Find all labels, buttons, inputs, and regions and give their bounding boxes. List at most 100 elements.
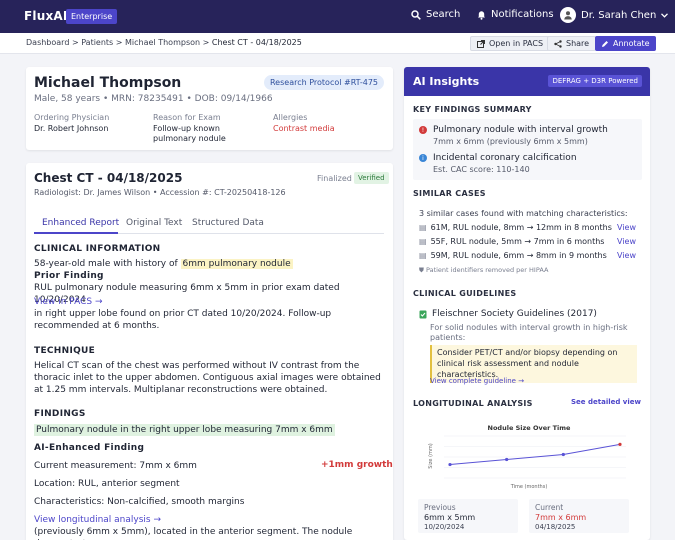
pencil-icon: [602, 40, 608, 47]
ordering-physician: Ordering Physician Dr. Robert Johnson: [34, 113, 144, 134]
clinical-text-prefix: 58-year-old male with history of: [34, 259, 178, 269]
tab-structured-data[interactable]: Structured Data: [192, 218, 264, 228]
document-icon: ▤: [419, 237, 427, 246]
tab-enhanced-report[interactable]: Enhanced Report: [42, 218, 119, 228]
findings-highlight-line: Pulmonary nodule in the right upper lobe…: [34, 424, 384, 436]
plan-badge: Enterprise: [66, 9, 118, 24]
document-icon: ▤: [419, 251, 427, 260]
verified-badge: Verified: [354, 172, 389, 184]
share-label: Share: [566, 39, 590, 48]
breadcrumb-separator: >: [202, 38, 210, 47]
report-title: Chest CT - 04/18/2025: [34, 171, 183, 185]
previous-value: 6mm x 5mm: [424, 512, 476, 522]
chart-data-point[interactable]: [448, 462, 452, 467]
key-finding-title: Pulmonary nodule with interval growth: [433, 125, 608, 135]
breadcrumb-patients[interactable]: Patients: [81, 38, 113, 47]
key-findings-box: ! Pulmonary nodule with interval growth …: [413, 119, 642, 180]
clinical-heading: CLINICAL INFORMATION: [34, 244, 161, 254]
similar-case-row[interactable]: ▤ 55F, RUL nodule, 5mm → 7mm in 6 months …: [419, 237, 636, 246]
insights-powered-badge: DEFRAG + D3R Powered: [548, 75, 642, 87]
current-label: Current: [535, 503, 564, 512]
reason-value: Follow-up known pulmonary nodule: [153, 124, 226, 144]
user-menu[interactable]: Dr. Sarah Chen: [560, 7, 669, 23]
similar-cases-heading: SIMILAR CASES: [413, 189, 486, 198]
clinical-highlight[interactable]: 6mm pulmonary nodule: [180, 259, 293, 269]
current-date: 04/18/2025: [535, 523, 576, 532]
breadcrumb-separator: >: [71, 38, 79, 47]
similar-case-text: 61M, RUL nodule, 8mm → 12mm in 8 months: [430, 223, 612, 232]
open-pacs-label: Open in PACS: [489, 39, 544, 48]
bell-icon: [478, 10, 485, 20]
avatar: [560, 7, 576, 23]
open-pacs-button[interactable]: Open in PACS: [470, 36, 551, 51]
similar-case-view-link[interactable]: View: [617, 237, 636, 246]
guideline-text: For solid nodules with interval growth i…: [430, 323, 628, 343]
breadcrumb-dashboard[interactable]: Dashboard: [26, 38, 69, 47]
longitudinal-heading: LONGITUDINAL ANALYSIS: [413, 399, 533, 408]
search-label: Search: [426, 9, 461, 20]
hipaa-note-text: Patient identifiers removed per HIPAA: [425, 266, 549, 274]
similar-case-text: 55F, RUL nodule, 5mm → 7mm in 6 months: [430, 237, 605, 246]
key-finding-item[interactable]: i Incidental coronary calcification Est.…: [419, 153, 577, 174]
prior-finding-heading: Prior Finding: [34, 271, 104, 281]
key-finding-item[interactable]: ! Pulmonary nodule with interval growth …: [419, 125, 608, 146]
user-name: Dr. Sarah Chen: [581, 9, 657, 21]
prior-finding-tail: in right upper lobe found on prior CT da…: [34, 309, 332, 332]
previous-measurement: Previous 6mm x 5mm 10/20/2024: [418, 499, 518, 533]
guideline-title[interactable]: Fleischner Society Guidelines (2017): [419, 309, 597, 319]
allergies: Allergies Contrast media: [273, 113, 383, 134]
similar-case-view-link[interactable]: View: [617, 223, 636, 232]
nodule-size-chart: Nodule Size Over Time Size (mm) Time (mo…: [428, 424, 626, 490]
clinical-guidelines-heading: CLINICAL GUIDELINES: [413, 289, 517, 298]
breadcrumb-bar: Dashboard > Patients > Michael Thompson …: [0, 33, 675, 54]
chart-data-point[interactable]: [505, 457, 509, 462]
info-icon: i: [419, 154, 427, 162]
chart-data-point[interactable]: [618, 442, 622, 446]
breadcrumb-patient[interactable]: Michael Thompson: [125, 38, 200, 47]
similar-case-text: 59M, RUL nodule, 6mm → 8mm in 9 months: [430, 251, 607, 260]
findings-heading: FINDINGS: [34, 409, 86, 419]
current-value: 7mm x 6mm: [535, 512, 587, 522]
user-icon: [564, 11, 572, 20]
ordering-physician-label: Ordering Physician: [34, 113, 110, 122]
share-icon: [554, 39, 562, 48]
notifications-label: Notifications: [491, 9, 554, 20]
key-finding-detail: Est. CAC score: 110-140: [433, 165, 530, 174]
external-link-icon: [477, 39, 485, 48]
current-measurement-box: Current 7mm x 6mm 04/18/2025: [529, 499, 629, 533]
share-button[interactable]: Share: [547, 36, 597, 51]
findings-tail: (previously 6mm x 5mm), located in the a…: [34, 527, 353, 540]
longitudinal-analysis-link[interactable]: View longitudinal analysis →: [34, 514, 161, 526]
search-button[interactable]: Search: [411, 9, 460, 20]
see-detailed-view-link[interactable]: See detailed view: [571, 398, 641, 406]
allergies-value: Contrast media: [273, 124, 335, 133]
key-finding-title: Incidental coronary calcification: [433, 153, 577, 163]
ordering-physician-value: Dr. Robert Johnson: [34, 124, 109, 133]
characteristics-text: Characteristics: Non-calcified, smooth m…: [34, 497, 245, 507]
ai-finding-heading: AI-Enhanced Finding: [34, 443, 145, 453]
findings-highlight[interactable]: Pulmonary nodule in the right upper lobe…: [34, 424, 335, 436]
notifications-button[interactable]: Notifications: [477, 9, 554, 20]
view-in-pacs-link[interactable]: View in PACS →: [34, 296, 103, 308]
similar-case-view-link[interactable]: View: [617, 251, 636, 260]
growth-indicator: +1mm growth: [321, 460, 393, 470]
patient-card: Michael Thompson Male, 58 years • MRN: 7…: [26, 67, 393, 150]
brand-logo[interactable]: FluxAI: [24, 9, 68, 23]
chart-series-line: [449, 443, 621, 466]
guideline-title-text: Fleischner Society Guidelines (2017): [432, 309, 597, 319]
previous-label: Previous: [424, 503, 456, 512]
view-guideline-link[interactable]: View complete guideline →: [430, 377, 524, 385]
similar-case-row[interactable]: ▤ 59M, RUL nodule, 6mm → 8mm in 9 months …: [419, 251, 636, 260]
protocol-badge[interactable]: Research Protocol #RT-475: [263, 75, 384, 90]
report-tabs: Enhanced Report Original Text Structured…: [34, 212, 384, 234]
document-icon: ▤: [419, 223, 427, 232]
chart-y-label: Size (mm): [428, 443, 434, 469]
annotate-label: Annotate: [613, 39, 650, 48]
location-text: Location: RUL, anterior segment: [34, 479, 180, 489]
previous-date: 10/20/2024: [424, 523, 465, 532]
chart-data-point[interactable]: [561, 452, 565, 457]
tab-original-text[interactable]: Original Text: [126, 218, 182, 228]
similar-case-row[interactable]: ▤ 61M, RUL nodule, 8mm → 12mm in 8 months…: [419, 223, 636, 232]
reason-for-exam: Reason for Exam Follow-up known pulmonar…: [153, 113, 261, 145]
annotate-button[interactable]: Annotate: [595, 36, 656, 51]
